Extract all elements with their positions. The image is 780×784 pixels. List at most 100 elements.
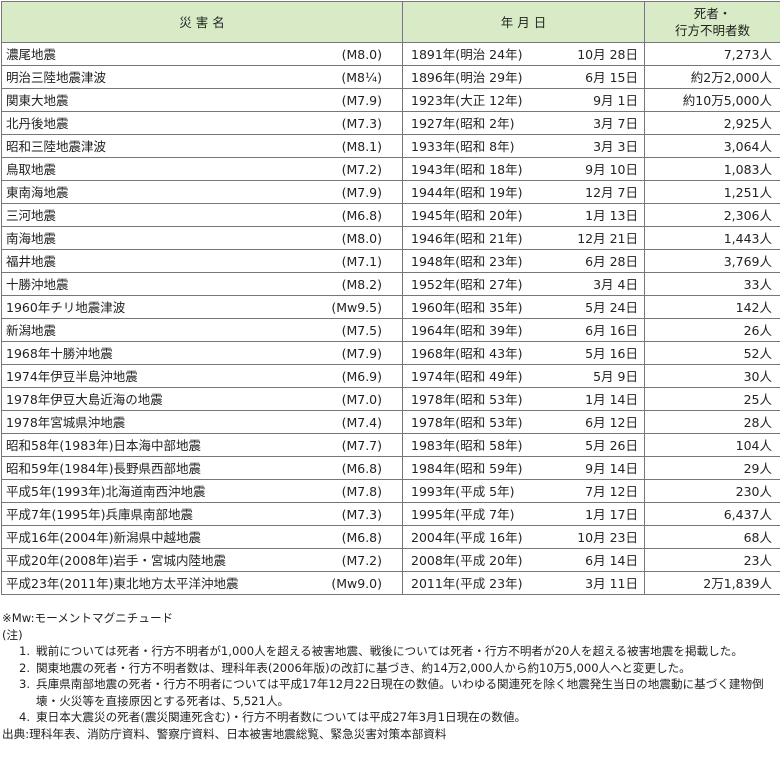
date-year: 1948年(昭和 23年) [411, 253, 523, 269]
table-row: 三河地震 (M6.8) 1945年(昭和 20年) 1月 13日 2,306人 [1, 203, 780, 227]
casualty-count: 23人 [644, 548, 780, 572]
disaster-name-cell: 1978年伊豆大島近海の地震 (M7.0) [1, 387, 403, 411]
disaster-name-cell: 1978年宮城県沖地震 (M7.4) [1, 410, 403, 434]
date-year: 1995年(平成 7年) [411, 506, 515, 522]
casualty-count: 104人 [644, 433, 780, 457]
disaster-name-cell: 十勝沖地震 (M8.2) [1, 272, 403, 296]
disaster-name-cell: 平成16年(2004年)新潟県中越地震 (M6.8) [1, 525, 403, 549]
disaster-name-cell: 昭和58年(1983年)日本海中部地震 (M7.7) [1, 433, 403, 457]
disaster-name: 東南海地震 [6, 184, 69, 200]
date-cell: 1978年(昭和 53年) 6月 12日 [402, 410, 645, 434]
magnitude: (M8.0) [341, 230, 382, 246]
date-month-day: 5月 24日 [585, 299, 638, 315]
disaster-name-cell: 平成5年(1993年)北海道南西沖地震 (M7.8) [1, 479, 403, 503]
date-cell: 1993年(平成 5年) 7月 12日 [402, 479, 645, 503]
magnitude: (M7.2) [341, 552, 382, 568]
date-cell: 1891年(明治 24年) 10月 28日 [402, 42, 645, 66]
date-year: 2008年(平成 20年) [411, 552, 523, 568]
date-year: 1968年(昭和 43年) [411, 345, 523, 361]
date-year: 1943年(昭和 18年) [411, 161, 523, 177]
date-year: 1933年(昭和 8年) [411, 138, 515, 154]
magnitude: (M6.8) [341, 460, 382, 476]
table-row: 平成5年(1993年)北海道南西沖地震 (M7.8) 1993年(平成 5年) 7月 … [1, 479, 780, 503]
date-cell: 2008年(平成 20年) 6月 14日 [402, 548, 645, 572]
disaster-name-cell: 関東大地震 (M7.9) [1, 88, 403, 112]
date-year: 1978年(昭和 53年) [411, 414, 523, 430]
table-row: 明治三陸地震津波 (M8¼) 1896年(明治 29年) 6月 15日 約2万2,000… [1, 65, 780, 89]
footnote-mw: ※Mw:モーメントマグニチュード [2, 611, 174, 625]
date-year: 1891年(明治 24年) [411, 46, 523, 62]
table-row: 北丹後地震 (M7.3) 1927年(昭和 2年) 3月 7日 2,925人 [1, 111, 780, 135]
disaster-name-cell: 濃尾地震 (M8.0) [1, 42, 403, 66]
table-row: 昭和58年(1983年)日本海中部地震 (M7.7) 1983年(昭和 58年) 5月… [1, 433, 780, 457]
date-year: 1978年(昭和 53年) [411, 391, 523, 407]
source-line: 出典:理科年表、消防庁資料、警察庁資料、日本被害地震総覧、緊急災害対策本部資料 [2, 726, 447, 741]
date-month-day: 12月 7日 [585, 184, 638, 200]
date-cell: 2004年(平成 16年) 10月 23日 [402, 525, 645, 549]
note-item: 2. 関東地震の死者・行方不明者数は、理科年表(2006年版)の改訂に基づき、約1… [18, 660, 691, 675]
date-year: 1923年(大正 12年) [411, 92, 523, 108]
table-row: 関東大地震 (M7.9) 1923年(大正 12年) 9月 1日 約10万5,000人 [1, 88, 780, 112]
date-year: 1993年(平成 5年) [411, 483, 515, 499]
casualty-count: 28人 [644, 410, 780, 434]
casualty-count: 1,251人 [644, 180, 780, 204]
table-row: 南海地震 (M8.0) 1946年(昭和 21年) 12月 21日 1,443人 [1, 226, 780, 250]
magnitude: (M6.8) [341, 207, 382, 223]
disaster-name-cell: 福井地震 (M7.1) [1, 249, 403, 273]
date-cell: 1927年(昭和 2年) 3月 7日 [402, 111, 645, 135]
date-year: 1927年(昭和 2年) [411, 115, 515, 131]
disaster-name: 昭和三陸地震津波 [6, 138, 107, 154]
disaster-name-cell: 1974年伊豆半島沖地震 (M6.9) [1, 364, 403, 388]
date-cell: 1964年(昭和 39年) 6月 16日 [402, 318, 645, 342]
casualty-count: 68人 [644, 525, 780, 549]
date-month-day: 5月 26日 [585, 437, 638, 453]
note-item: 4. 東日本大震災の死者(震災関連死含む)・行方不明者数については平成27年3月1… [18, 710, 527, 724]
date-cell: 1944年(昭和 19年) 12月 7日 [402, 180, 645, 204]
disaster-name: 平成7年(1995年)兵庫県南部地震 [6, 506, 194, 522]
date-year: 2011年(平成 23年) [411, 575, 523, 591]
date-cell: 1984年(昭和 59年) 9月 14日 [402, 456, 645, 480]
date-cell: 1995年(平成 7年) 1月 17日 [402, 502, 645, 526]
notes-label: (注) [2, 627, 23, 642]
note-item: 1. 戦前については死者・行方不明者が1,000人を超える被害地震、戦後については… [18, 644, 743, 658]
disaster-name-cell: 鳥取地震 (M7.2) [1, 157, 403, 181]
earthquake-disaster-table: 災 害 名 年 月 日 死者・ 行方不明者数 濃尾地震 (M8.0) 1891年(明… [1, 1, 780, 595]
magnitude: (M7.8) [341, 483, 382, 499]
table-row: 平成23年(2011年)東北地方太平洋沖地震 (Mw9.0) 2011年(平成 23… [1, 571, 780, 595]
date-cell: 1945年(昭和 20年) 1月 13日 [402, 203, 645, 227]
disaster-name: 新潟地震 [6, 322, 57, 338]
date-month-day: 6月 15日 [585, 69, 638, 85]
casualty-count: 52人 [644, 341, 780, 365]
magnitude: (M8.1) [341, 138, 382, 154]
date-month-day: 9月 1日 [593, 92, 638, 108]
magnitude: (M6.8) [341, 529, 382, 545]
date-month-day: 3月 4日 [593, 276, 638, 292]
disaster-name: 昭和58年(1983年)日本海中部地震 [6, 437, 201, 453]
date-year: 1944年(昭和 19年) [411, 184, 523, 200]
date-month-day: 6月 16日 [585, 322, 638, 338]
date-cell: 1923年(大正 12年) 9月 1日 [402, 88, 645, 112]
header-casualties: 死者・ 行方不明者数 [644, 1, 780, 43]
date-month-day: 5月 16日 [585, 345, 638, 361]
disaster-name-cell: 昭和59年(1984年)長野県西部地震 (M6.8) [1, 456, 403, 480]
disaster-name: 1974年伊豆半島沖地震 [6, 368, 138, 384]
date-month-day: 7月 12日 [585, 483, 638, 499]
disaster-name-cell: 明治三陸地震津波 (M8¼) [1, 65, 403, 89]
table-row: 1960年チリ地震津波 (Mw9.5) 1960年(昭和 35年) 5月 24日 142… [1, 295, 780, 319]
date-year: 1984年(昭和 59年) [411, 460, 523, 476]
casualty-count: 3,769人 [644, 249, 780, 273]
date-month-day: 3月 11日 [585, 575, 638, 591]
date-month-day: 9月 14日 [585, 460, 638, 476]
magnitude: (M7.0) [341, 391, 382, 407]
magnitude: (M7.9) [341, 184, 382, 200]
magnitude: (M7.1) [341, 253, 382, 269]
disaster-name: 濃尾地震 [6, 46, 57, 62]
disaster-name: 1960年チリ地震津波 [6, 299, 126, 315]
casualty-count: 29人 [644, 456, 780, 480]
table-row: 1974年伊豆半島沖地震 (M6.9) 1974年(昭和 49年) 5月 9日 30人 [1, 364, 780, 388]
table-row: 福井地震 (M7.1) 1948年(昭和 23年) 6月 28日 3,769人 [1, 249, 780, 273]
disaster-name-cell: 東南海地震 (M7.9) [1, 180, 403, 204]
table-row: 1978年宮城県沖地震 (M7.4) 1978年(昭和 53年) 6月 12日 28人 [1, 410, 780, 434]
table-row: 昭和59年(1984年)長野県西部地震 (M6.8) 1984年(昭和 59年) 9月… [1, 456, 780, 480]
magnitude: (M8.2) [341, 276, 382, 292]
